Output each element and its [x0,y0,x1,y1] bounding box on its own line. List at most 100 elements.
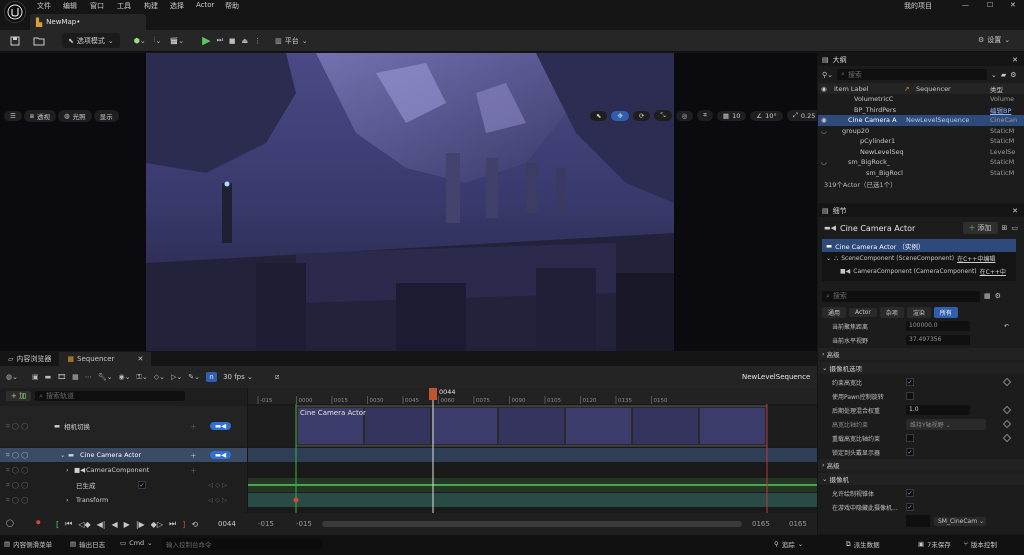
stop-icon[interactable]: ■ [229,37,236,45]
outliner-row[interactable]: VolumetricC Volume [818,94,1024,105]
play-icon[interactable]: ▶ [124,520,130,529]
eye-icon[interactable]: ◉⌄ [119,373,131,381]
details-search-input[interactable]: ⌕ 搜索 [822,290,980,302]
outliner-row[interactable]: NewLevelSeq LevelSe [818,147,1024,158]
outliner-row[interactable]: pCylinder1 StaticM [818,136,1024,147]
timeline-canvas[interactable]: -015 0000 0015 0030 0045 0060 0075 0090 0105 0120… [248,388,817,513]
curve-editor-icon[interactable]: ⧄ [275,373,279,382]
step-back-icon[interactable]: ◀| [97,520,106,529]
track-search-input[interactable]: ⌕ 搜索轨道 [35,391,186,401]
layout-icon[interactable]: ▭ [1011,224,1018,232]
track-transform[interactable]: ⌗ ◯ ◯ › Transform ◁ ◇ ▷ [0,493,247,507]
viewport-menu-button[interactable]: ☰ [4,111,22,121]
filter-tab-actor[interactable]: Actor [849,307,877,317]
chevron-down-icon[interactable]: ⌄ [178,37,184,45]
add-component-button[interactable]: ＋ 添加 [962,222,998,234]
postprocess-weight-field[interactable]: 1.0 [906,405,970,415]
visibility-icon[interactable]: ◉ [821,116,827,124]
lit-button[interactable]: ◍ 光照 [57,110,92,122]
constrain-aspect-checkbox[interactable]: ✓ [906,378,914,386]
outliner-row[interactable]: BP_ThirdPers 编辑BP [818,105,1024,116]
aspect-axis-dropdown[interactable]: 维持Y轴视野 ⌄ [906,418,986,430]
component-row[interactable]: ■◀ CameraComponent (CameraComponent) 在C+… [822,265,1016,278]
close-icon[interactable]: ✕ [1012,207,1018,215]
prev-key-icon[interactable]: ◁◆ [78,520,90,529]
map-tab[interactable]: ▙ NewMap• [30,14,146,30]
keyframe-icon[interactable]: ◇⌄ [154,373,165,381]
chevron-down-icon[interactable]: ⌄ [991,71,997,79]
component-row-instance[interactable]: ▬ Cine Camera Actor （实例） [822,239,1016,252]
sequencer-timeline[interactable]: -015 0000 0015 0030 0045 0060 0075 0090 0105 0120… [248,388,817,513]
tab-sequencer[interactable]: ▦ Sequencer ✕ [59,352,152,366]
filter-tab-misc[interactable]: 杂项 [879,306,904,318]
allow-mesh-checkbox[interactable]: ✓ [906,489,914,497]
set-start-icon[interactable]: [ [56,520,59,529]
track-camera-cut[interactable]: ⌗ ◯ ◯ ▬ 相机切换 ＋ ▬◀ [0,406,247,446]
transform-key[interactable] [293,497,299,503]
step-forward-icon[interactable]: |▶ [136,520,145,529]
snap-magnet-icon[interactable]: ∩ [205,372,218,382]
content-drawer-button[interactable]: ▤ 内容侧滑菜单 [4,539,52,549]
settings-icon[interactable]: ⚙ [1010,71,1016,79]
component-row[interactable]: ⌄ ⛬ SceneComponent (SceneComponent) 在C++… [822,252,1016,265]
spawned-checkbox[interactable]: ✓ [138,481,146,489]
visibility-icon[interactable]: ◡ [821,158,827,166]
menu-window[interactable]: 窗口 [90,1,104,11]
level-viewport[interactable]: ☰ ⧈ 透视 ◍ 光照 显示 ⬉ ✥ ⟳ ⤡ ◎ ⌗ ▦ 10 ∠ 10° ⤢ 0.25 … [0,53,817,351]
menu-build[interactable]: 构建 [144,1,158,11]
camera-lock-icon[interactable]: ▬◀ [210,422,232,430]
maximize-icon[interactable]: ☐ [987,1,993,9]
menu-select[interactable]: 选择 [170,1,184,11]
menu-file[interactable]: 文件 [37,1,51,11]
actions-icon[interactable]: ⋯ [85,373,92,381]
category-advanced[interactable]: › 高级 [818,459,1024,471]
content-browse-icon[interactable] [30,36,48,46]
hide-in-game-checkbox[interactable]: ✓ [906,503,914,511]
outliner-search-input[interactable]: ⌕ 搜索 [837,69,987,80]
save-icon[interactable]: ▣ [32,373,39,381]
console-input[interactable]: 输入控制台命令 [162,538,322,550]
view-range-start[interactable]: -015 [258,520,274,528]
chevron-down-icon[interactable]: ⌄ [156,37,162,45]
derived-data-button[interactable]: ⧉ 派生数据 [846,539,880,550]
minimize-icon[interactable]: — [962,1,969,9]
add-icon[interactable]: ＋ [190,421,197,431]
loop-mode-icon[interactable]: ⟲ [191,520,198,529]
scale-tool-button[interactable]: ⤡ [654,110,672,121]
track-spawned[interactable]: ⌗ ◯ ◯ 已生成 ✓ ◁ ◇ ▷ [0,478,247,492]
more-play-options-icon[interactable]: ⋮ [254,37,261,45]
key-nav-icons[interactable]: ◁ ◇ ▷ [208,481,227,489]
reset-icon[interactable]: ↶ [1004,323,1009,330]
menu-tools[interactable]: 工具 [117,1,131,11]
menu-help[interactable]: 帮助 [225,1,239,11]
use-pawn-rotation-checkbox[interactable] [906,392,914,400]
world-icon[interactable]: ◍⌄ [6,373,18,381]
add-icon[interactable]: ＋ [190,465,197,475]
add-track-button[interactable]: + 加 [6,391,32,401]
select-mode-dropdown[interactable]: ⬉ 选项模式 ⌄ [62,33,120,48]
col-type[interactable]: 类型 [990,84,1003,94]
category-camera[interactable]: ⌄ 摄像机 [818,473,1024,485]
eject-icon[interactable]: ⏏ [242,37,249,45]
settings-button[interactable]: ⚙ 设置 ⌄ [978,35,1010,45]
blueprint-icon[interactable]: ⊞ [1002,224,1008,232]
grid-snap-button[interactable]: ▦ 10 [716,110,747,121]
output-log-button[interactable]: ▤ 输出日志 [70,539,105,549]
show-button[interactable]: 显示 [93,110,119,122]
play-reverse-icon[interactable]: ◀ [112,520,118,529]
scale-snap-button[interactable]: ⤢ 0.25 [786,110,817,121]
jump-end-icon[interactable]: ⏭︎ [169,519,176,529]
close-icon[interactable]: ✕ [1012,56,1018,64]
lock-to-hmd-checkbox[interactable]: ✓ [906,448,914,456]
select-tool-button[interactable]: ⬉ [590,110,608,121]
record-icon[interactable]: ⏺ [36,518,41,528]
rotate-tool-button[interactable]: ⟳ [632,110,651,121]
platform-dropdown[interactable]: ▥ 平台 ⌄ [275,36,308,46]
camera-lock-icon[interactable]: ▬◀ [210,451,232,459]
edit-in-cpp-link[interactable]: 在C++中 [980,267,1006,276]
key-icon[interactable]: ⚿⌄ [137,373,148,382]
playback-range-start[interactable]: -015 [296,520,312,528]
keyframe-diamond-icon[interactable] [1002,405,1012,415]
playback-range-end[interactable]: 0165 [752,520,770,528]
col-sequencer[interactable]: Sequencer [916,85,951,93]
